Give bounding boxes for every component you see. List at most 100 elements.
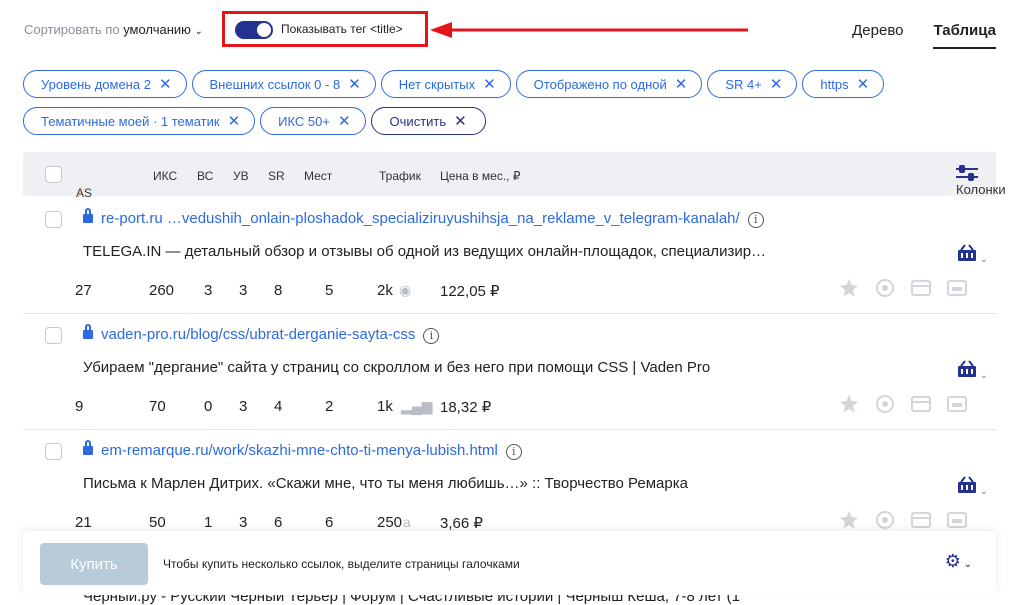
calendar-icon[interactable] <box>946 394 968 414</box>
star-icon[interactable] <box>838 394 860 414</box>
filter-row-1: Уровень домена 2 ✕ Внешних ссылок 0 - 8 ✕ Не… <box>23 70 983 98</box>
lock-icon <box>83 324 93 339</box>
link-path: …vedushih_onlain-ploshadok_specializiruy… <box>162 210 740 227</box>
target-icon[interactable] <box>874 394 896 414</box>
clear-filters-button[interactable]: Очистить ✕ <box>370 107 486 135</box>
filter-chip[interactable]: Уровень домена 2 ✕ <box>23 70 187 98</box>
filter-chip[interactable]: Нет скрытых ✕ <box>380 70 511 98</box>
metric-vs: 0 <box>204 398 213 415</box>
bars-icon: ▂▄▆ <box>401 398 433 414</box>
card-icon[interactable] <box>910 394 932 414</box>
target-icon[interactable] <box>874 278 896 298</box>
tab-table[interactable]: Таблица <box>933 22 996 49</box>
metric-sr: 8 <box>274 282 283 299</box>
metric-mest: 6 <box>325 514 334 531</box>
purchase-bar: Купить Чтобы купить несколько ссылок, вы… <box>23 531 996 595</box>
info-icon[interactable]: i <box>505 444 522 460</box>
link-domain: em-remarque.ru <box>101 442 209 459</box>
basket-icon[interactable]: ⌄ <box>957 360 988 381</box>
sort-dropdown[interactable]: Сортировать по умолчанию ⌄ <box>24 22 203 37</box>
calendar-icon[interactable] <box>946 510 968 530</box>
row-actions <box>838 510 968 530</box>
close-icon[interactable]: ✕ <box>770 75 783 93</box>
select-all-checkbox[interactable] <box>45 166 62 183</box>
star-icon[interactable] <box>838 510 860 530</box>
col-price[interactable]: Цена в мес., ₽ <box>440 169 520 183</box>
sort-value: умолчанию <box>123 22 191 37</box>
metric-sr: 6 <box>274 514 283 531</box>
col-traffic[interactable]: Трафик <box>379 169 421 183</box>
eye-icon: ◉ <box>399 282 412 298</box>
close-icon[interactable]: ✕ <box>159 75 172 93</box>
page-link[interactable]: re-port.ru …vedushih_onlain-ploshadok_sp… <box>83 208 764 228</box>
basket-icon[interactable]: ⌄ <box>957 476 988 497</box>
row-checkbox[interactable] <box>45 327 62 344</box>
page-link[interactable]: em-remarque.ru/work/skazhi-mne-chto-ti-m… <box>83 440 522 460</box>
col-iks[interactable]: ИКС <box>153 169 177 183</box>
row-checkbox[interactable] <box>45 211 62 228</box>
filter-chip-label: SR 4+ <box>725 76 762 92</box>
sliders-icon <box>956 165 978 181</box>
metric-traffic: 1k <box>377 398 393 415</box>
buy-button[interactable]: Купить <box>40 543 148 585</box>
filter-chip[interactable]: Отображено по одной ✕ <box>515 70 703 98</box>
filter-chip-label: Уровень домена 2 <box>41 76 151 92</box>
close-icon[interactable]: ✕ <box>483 75 496 93</box>
close-icon[interactable]: ✕ <box>454 112 467 130</box>
metric-as: 9 <box>75 398 84 415</box>
filter-chip[interactable]: SR 4+ ✕ <box>707 70 798 98</box>
metric-price: 18,32 ₽ <box>440 399 492 416</box>
metric-iks: 50 <box>149 514 166 531</box>
table-row: vaden-pro.ru/blog/css/ubrat-derganie-say… <box>23 314 996 430</box>
filter-chips: Уровень домена 2 ✕ Внешних ссылок 0 - 8 ✕ Не… <box>23 70 983 144</box>
metric-price: 122,05 ₽ <box>440 283 500 300</box>
table-header: AS ☄ ИКС ВС УВ SR Мест Трафик Цена в мес… <box>23 152 1006 200</box>
card-icon[interactable] <box>910 278 932 298</box>
filter-chip[interactable]: ИКС 50+ ✕ <box>260 107 366 135</box>
basket-icon[interactable]: ⌄ <box>957 244 988 265</box>
metric-traffic: 250 <box>377 514 403 531</box>
close-icon[interactable]: ✕ <box>338 112 351 130</box>
page-link[interactable]: vaden-pro.ru/blog/css/ubrat-derganie-say… <box>83 324 440 344</box>
info-icon[interactable]: i <box>423 328 440 344</box>
col-uv[interactable]: УВ <box>233 169 249 183</box>
calendar-icon[interactable] <box>946 278 968 298</box>
link-path: /blog/css/ubrat-derganie-sayta-css <box>186 326 416 343</box>
close-icon[interactable]: ✕ <box>348 75 361 93</box>
filter-chip-label: Отображено по одной <box>533 76 667 92</box>
sort-prefix: Сортировать по <box>24 22 120 37</box>
metric-as: 27 <box>75 282 92 299</box>
columns-toggle-label: Колонки <box>956 182 1006 197</box>
close-icon[interactable]: ✕ <box>675 75 688 93</box>
filter-chip[interactable]: https ✕ <box>802 70 885 98</box>
view-tabs: Дерево Таблица <box>852 22 996 49</box>
star-icon[interactable] <box>838 278 860 298</box>
col-vs[interactable]: ВС <box>197 169 213 183</box>
lock-icon <box>83 440 93 455</box>
row-actions <box>838 394 968 414</box>
top-bar: Сортировать по умолчанию ⌄ Показывать те… <box>0 0 1024 60</box>
close-icon[interactable]: ✕ <box>857 75 870 93</box>
link-domain: vaden-pro.ru <box>101 326 187 343</box>
a-icon: a <box>403 514 411 530</box>
target-icon[interactable] <box>874 510 896 530</box>
col-sr[interactable]: SR <box>268 169 285 183</box>
page-title: Письма к Марлен Дитрих. «Скажи мне, что … <box>83 475 688 492</box>
table-row: em-remarque.ru/work/skazhi-mne-chto-ti-m… <box>23 430 996 546</box>
info-icon[interactable]: i <box>747 212 764 228</box>
filter-chip-label: Нет скрытых <box>398 76 476 92</box>
title-toggle-highlight: Показывать тег <title> <box>222 11 428 47</box>
gear-icon[interactable]: ⚙ ⌄ <box>945 551 972 572</box>
title-toggle-switch[interactable] <box>235 21 273 39</box>
tab-tree[interactable]: Дерево <box>852 22 903 49</box>
columns-toggle[interactable]: Колонки <box>956 165 1006 197</box>
row-checkbox[interactable] <box>45 443 62 460</box>
filter-chip-label: Очистить <box>389 113 447 129</box>
page-title: Убираем "дергание" сайта у страниц со ск… <box>83 359 711 376</box>
table-row: re-port.ru …vedushih_onlain-ploshadok_sp… <box>23 198 996 314</box>
filter-chip[interactable]: Внешних ссылок 0 - 8 ✕ <box>191 70 376 98</box>
col-mest[interactable]: Мест <box>304 169 332 183</box>
filter-chip[interactable]: Тематичные моей · 1 тематик ✕ <box>23 107 256 135</box>
close-icon[interactable]: ✕ <box>228 112 241 130</box>
card-icon[interactable] <box>910 510 932 530</box>
